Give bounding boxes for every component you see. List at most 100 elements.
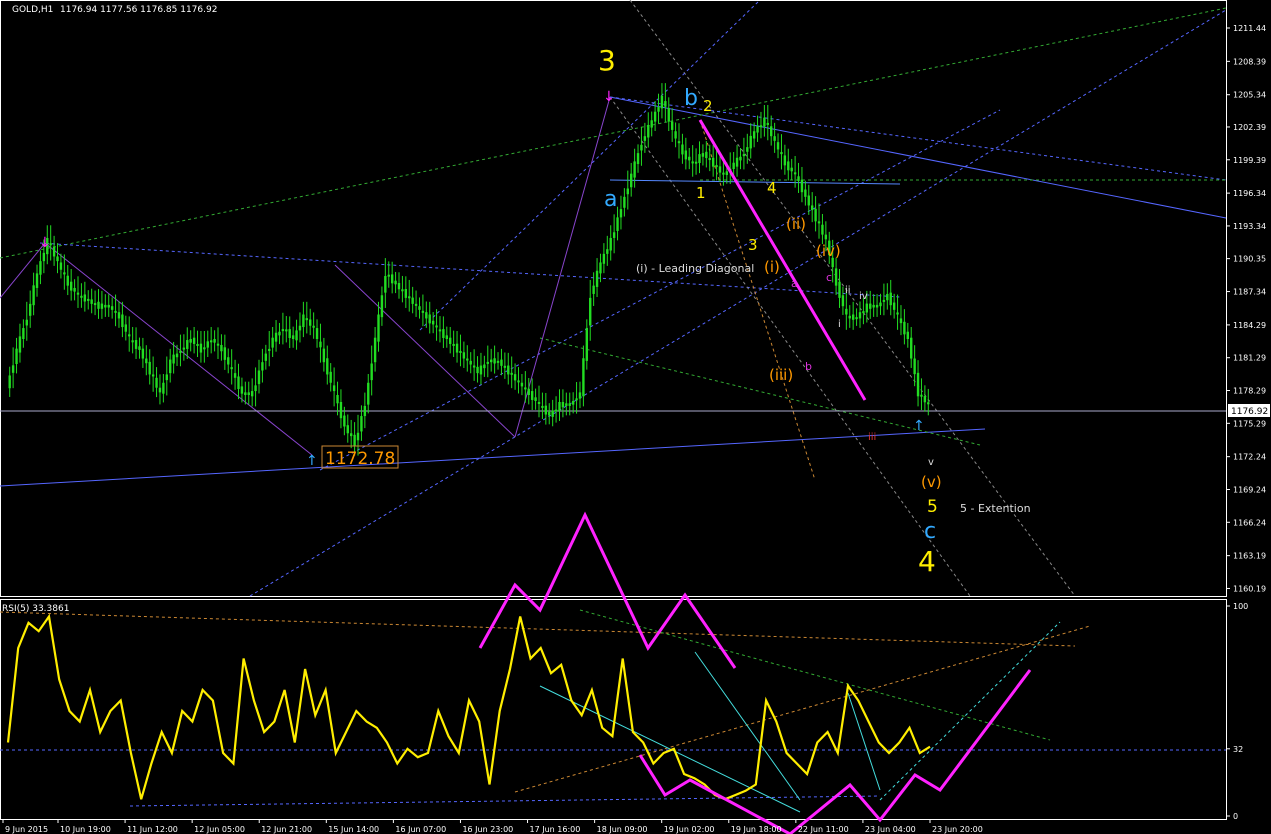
price-candle-body: [404, 288, 408, 298]
price-candle-body: [435, 325, 438, 328]
y-axis-tick-label: 1160.19: [1233, 584, 1266, 593]
price-candle-body: [22, 328, 25, 340]
price-candle-body: [28, 303, 32, 316]
price-candle-body: [616, 217, 619, 231]
rsi-up-channel-2: [879, 621, 1061, 801]
price-candle-body: [715, 165, 718, 168]
price-candle-body: [332, 385, 336, 392]
wave-label: 1: [696, 184, 706, 202]
price-candle-body: [373, 337, 377, 363]
price-candle-body: [865, 303, 869, 313]
y-axis-tick-label: 1193.34: [1233, 222, 1266, 231]
price-candle-body: [452, 343, 455, 346]
price-candle-body: [182, 347, 186, 350]
price-candle-body: [677, 141, 681, 144]
wave-label: 3: [748, 236, 758, 254]
projection-arrow-bottom: [638, 669, 1032, 834]
rsi-panel-frame: [0, 599, 1227, 820]
wave-label: ii: [845, 285, 851, 296]
price-candle-body: [455, 343, 459, 353]
price-candle-body: [776, 142, 780, 150]
price-candle-body: [589, 297, 592, 326]
price-candle-body: [879, 302, 882, 307]
price-candle-body: [295, 330, 298, 341]
y-axis-tick-label: 1178.29: [1233, 387, 1266, 396]
price-candle-body: [483, 364, 486, 369]
price-tag: 1176.92: [1231, 407, 1268, 417]
price-candle-body: [810, 205, 814, 211]
wave-label: 4: [918, 545, 936, 578]
price-candle-body: [326, 358, 329, 375]
price-candle-body: [790, 167, 793, 172]
y-axis-tick-label: 1205.34: [1233, 91, 1266, 100]
price-candle-body: [527, 388, 530, 396]
x-axis-tick-label: 16 Jun 23:00: [462, 825, 513, 834]
x-axis-tick-label: 16 Jun 07:00: [395, 825, 446, 834]
price-candle-body: [770, 126, 773, 137]
wave-label: (iii): [769, 366, 793, 384]
price-candle-body: [735, 157, 739, 167]
projection-arrows: [478, 119, 1032, 834]
price-candle-body: [247, 392, 250, 396]
price-candle-body: [493, 358, 496, 364]
price-candle-body: [899, 318, 903, 324]
price-candle-body: [278, 331, 281, 336]
price-candle-body: [93, 303, 97, 306]
wave-a-level: [609, 179, 901, 185]
wave-label: v: [928, 457, 934, 468]
y-axis-tick-label: 1181.29: [1233, 354, 1266, 363]
wave-label: (ii): [786, 215, 806, 233]
wave-label: 3: [598, 44, 616, 77]
price-candle-body: [807, 195, 810, 206]
price-candle-body: [780, 152, 783, 155]
price-candle-body: [128, 334, 131, 337]
price-candle-body: [916, 372, 920, 397]
price-candle-body: [387, 274, 390, 277]
price-candle-body: [206, 341, 209, 348]
price-candle-body: [90, 299, 93, 304]
price-candle-body: [800, 179, 804, 193]
price-candle-body: [510, 372, 513, 375]
price-candle-body: [561, 401, 565, 408]
price-candle-body: [209, 340, 213, 343]
purple-leg-2: [44, 242, 313, 456]
price-candle-body: [585, 328, 589, 361]
price-candle-body: [838, 281, 841, 298]
price-candle-body: [309, 319, 312, 326]
price-candle-body: [872, 304, 875, 308]
price-candle-body: [626, 188, 629, 195]
price-candle-body: [421, 310, 425, 313]
price-candle-body: [312, 325, 315, 328]
x-axis-tick-label: 22 Jun 11:00: [798, 825, 849, 834]
price-candle-body: [657, 107, 660, 112]
price-candle-body: [179, 350, 182, 353]
price-candle-body: [691, 161, 694, 164]
fan-line-7: [699, 119, 816, 481]
price-candle-body: [554, 409, 558, 412]
price-candle-body: [158, 387, 162, 393]
price-candle-body: [633, 161, 636, 178]
price-candle-body: [250, 391, 254, 397]
price-candle-body: [548, 411, 551, 416]
arrow-up-icon: ↑: [306, 453, 318, 469]
annotation-extention: 5 - Extention: [960, 502, 1031, 515]
price-candle-body: [240, 386, 244, 394]
price-candle-body: [431, 320, 435, 325]
price-candle-body: [192, 337, 196, 344]
price-candle-body: [630, 173, 633, 188]
wave-label: a: [604, 187, 617, 212]
price-candle-body: [766, 122, 769, 125]
price-candle-body: [329, 371, 332, 383]
price-candle-body: [390, 274, 394, 284]
price-candle-body: [261, 362, 264, 371]
price-candle-body: [315, 328, 319, 340]
price-candle-body: [134, 340, 138, 349]
price-candle-body: [708, 158, 711, 161]
price-candle-body: [882, 299, 886, 302]
price-candle-body: [701, 153, 705, 157]
price-candle-body: [841, 295, 845, 307]
price-candle-body: [59, 262, 63, 270]
price-candle-body: [169, 359, 172, 374]
price-candle-body: [653, 111, 657, 122]
x-axis-tick-label: 11 Jun 12:00: [127, 825, 178, 834]
